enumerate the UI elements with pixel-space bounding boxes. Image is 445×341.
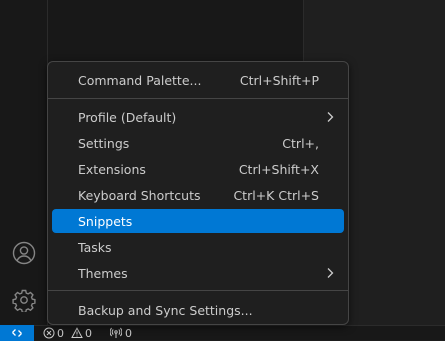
error-icon xyxy=(43,327,55,339)
warning-icon xyxy=(71,327,83,338)
menu-item-keyboard-shortcuts[interactable]: Keyboard Shortcuts Ctrl+K Ctrl+S xyxy=(52,183,344,207)
menu-item-shortcut: Ctrl+Shift+X xyxy=(238,161,319,177)
accounts-icon[interactable] xyxy=(10,239,38,267)
menu-item-snippets[interactable]: Snippets xyxy=(52,209,344,233)
menu-item-label: Extensions xyxy=(78,161,146,177)
broadcast-icon xyxy=(110,327,122,338)
menu-item-command-palette[interactable]: Command Palette... Ctrl+Shift+P xyxy=(52,68,344,92)
menu-item-label: Profile (Default) xyxy=(78,109,177,125)
menu-separator xyxy=(48,98,348,99)
menu-item-label: Settings xyxy=(78,135,130,151)
chevron-right-icon xyxy=(327,112,334,122)
ports-count: 0 xyxy=(125,326,132,340)
menu-item-shortcut: Ctrl+K Ctrl+S xyxy=(233,187,319,203)
ports-indicator[interactable]: 0 xyxy=(110,325,132,341)
menu-item-tasks[interactable]: Tasks xyxy=(52,235,344,259)
menu-item-label: Tasks xyxy=(78,239,112,255)
error-count: 0 xyxy=(57,326,64,340)
menu-item-label: Keyboard Shortcuts xyxy=(78,187,201,203)
remote-indicator-button[interactable] xyxy=(0,325,34,341)
chevron-right-icon xyxy=(327,268,334,278)
remote-icon xyxy=(12,329,22,337)
status-bar: 0 0 0 xyxy=(0,325,445,341)
menu-item-label: Backup and Sync Settings... xyxy=(78,302,253,318)
menu-separator xyxy=(48,290,348,291)
menu-item-backup-sync[interactable]: Backup and Sync Settings... xyxy=(52,298,344,322)
menu-item-label: Command Palette... xyxy=(78,72,202,88)
menu-item-extensions[interactable]: Extensions Ctrl+Shift+X xyxy=(52,157,344,181)
menu-item-label: Themes xyxy=(78,265,128,281)
gear-icon[interactable] xyxy=(10,286,38,314)
menu-item-shortcut: Ctrl+, xyxy=(282,135,319,151)
menu-item-shortcut: Ctrl+Shift+P xyxy=(239,72,319,88)
manage-menu: Command Palette... Ctrl+Shift+P Profile … xyxy=(47,61,349,325)
menu-item-profile[interactable]: Profile (Default) xyxy=(52,105,344,129)
warning-count: 0 xyxy=(85,326,92,340)
activity-bar xyxy=(0,0,48,325)
menu-item-themes[interactable]: Themes xyxy=(52,261,344,285)
problems-indicator[interactable]: 0 0 xyxy=(43,325,92,341)
menu-item-settings[interactable]: Settings Ctrl+, xyxy=(52,131,344,155)
menu-item-label: Snippets xyxy=(78,213,133,229)
